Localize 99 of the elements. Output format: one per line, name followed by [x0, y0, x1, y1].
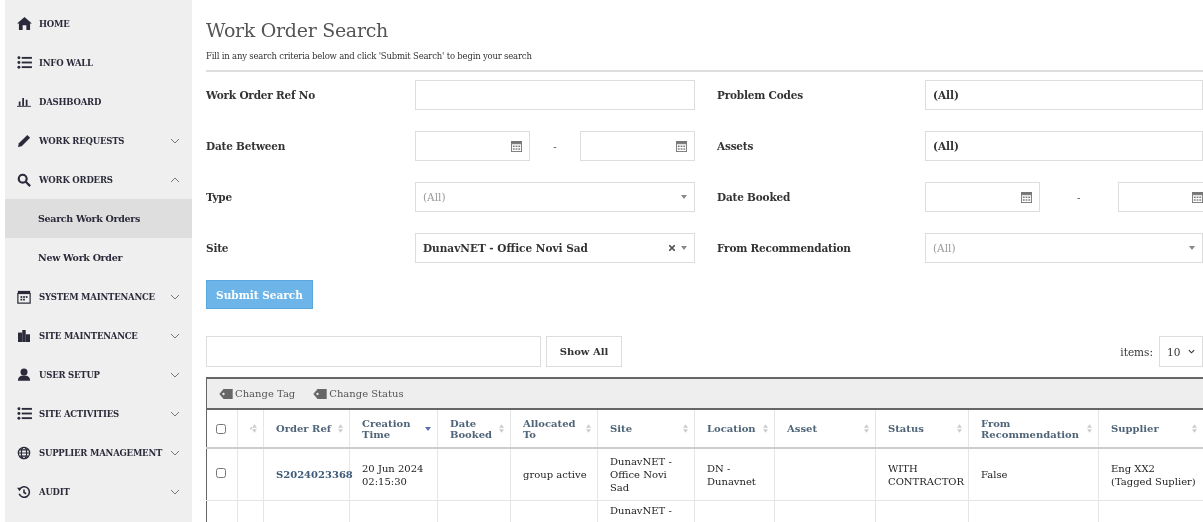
chevron-down-icon[interactable]	[170, 293, 180, 300]
chevron-up-icon[interactable]	[170, 176, 180, 183]
dropdown[interactable]: DunavNET - Office Novi Sad	[415, 233, 695, 263]
nav-item[interactable]: HOME	[5, 4, 192, 43]
sort-icon[interactable]	[1087, 424, 1092, 433]
sort-icon[interactable]	[499, 424, 504, 433]
caret-icon	[1189, 246, 1195, 250]
date-field[interactable]	[580, 131, 695, 161]
field-label: Problem Codes	[717, 89, 803, 101]
sort-icon[interactable]	[586, 424, 591, 433]
column-header[interactable]: Supplier	[1098, 409, 1203, 448]
sort-icon[interactable]	[763, 424, 768, 433]
user-icon	[17, 368, 31, 381]
clear-icon[interactable]	[669, 245, 675, 251]
pencil-icon	[17, 133, 32, 148]
field-label: Work Order Ref No	[206, 89, 316, 101]
list-icon	[17, 56, 32, 69]
calendar-icon	[511, 140, 522, 152]
sort-icon[interactable]	[252, 424, 257, 433]
nav-item[interactable]: SUPPLIER MANAGEMENT	[5, 433, 192, 472]
column-header[interactable]: From Recommendation	[968, 409, 1099, 448]
field-label: Type	[206, 191, 232, 203]
nav-item[interactable]: WORK ORDERS	[5, 160, 192, 199]
sort-icon[interactable]	[957, 424, 962, 433]
bar-chart-icon	[17, 96, 31, 107]
home-icon	[17, 17, 32, 30]
column-header[interactable]: Location	[694, 409, 775, 448]
chevron-down-icon[interactable]	[170, 488, 180, 495]
nav-item[interactable]: INFO WALL	[5, 43, 192, 82]
nav-item[interactable]: SITE ACTIVITIES	[5, 394, 192, 433]
caret-icon	[681, 195, 687, 199]
toolbar-action[interactable]: Change Status	[313, 388, 404, 399]
table-cell: DunavNET - Office Novi Sad	[597, 448, 695, 501]
calendar-icon	[17, 289, 31, 304]
quick-search-field[interactable]	[206, 336, 541, 367]
date-field[interactable]	[925, 182, 1040, 212]
chevron-down-icon[interactable]	[170, 410, 180, 417]
calendar-icon	[1192, 191, 1203, 203]
column-header[interactable]: Site	[597, 409, 695, 448]
table-cell: DN - Dunavnet	[694, 448, 775, 501]
sort-descending-icon[interactable]	[425, 426, 431, 431]
column-header[interactable]: Order Ref	[263, 409, 350, 448]
multiselect-field[interactable]: (All)	[925, 80, 1203, 110]
sort-icon[interactable]	[1192, 424, 1197, 433]
calendar-icon	[676, 140, 687, 152]
tag-icon	[219, 388, 233, 399]
nav-item[interactable]: USER SETUP	[5, 355, 192, 394]
multiselect-field[interactable]: (All)	[925, 131, 1203, 161]
sort-icon[interactable]	[683, 424, 688, 433]
field-label: Site	[206, 242, 229, 254]
field-label: Date Booked	[717, 191, 791, 203]
calendar-icon	[1021, 191, 1032, 203]
table-cell: False	[968, 448, 1099, 501]
chevron-down-icon[interactable]	[170, 137, 180, 144]
chevron-down-icon	[1188, 349, 1196, 354]
nav-item[interactable]: DASHBOARD	[5, 82, 192, 121]
history-icon	[17, 484, 31, 499]
items-label: items:	[1120, 345, 1153, 358]
list-icon	[17, 407, 32, 420]
search-icon	[17, 172, 31, 187]
range-separator: -	[552, 139, 558, 154]
chevron-down-icon[interactable]	[170, 371, 180, 378]
range-separator: -	[1076, 190, 1082, 205]
chevron-down-icon[interactable]	[170, 332, 180, 339]
field-label: From Recommendation	[717, 242, 851, 254]
nav-subitem[interactable]: New Work Order	[5, 238, 192, 277]
nav-item[interactable]: SITE MAINTENANCE	[5, 316, 192, 355]
select-all-checkbox[interactable]	[216, 423, 226, 434]
column-header[interactable]: Status	[875, 409, 969, 448]
column-header[interactable]: Asset	[774, 409, 876, 448]
building-icon	[17, 329, 31, 342]
table-cell: DunavNET -	[597, 500, 695, 522]
column-header[interactable]: Allocated To	[510, 409, 598, 448]
date-field[interactable]	[415, 131, 530, 161]
nav-item[interactable]: WORK REQUESTS	[5, 121, 192, 160]
chevron-down-icon[interactable]	[170, 449, 180, 456]
field-label: Assets	[717, 140, 754, 152]
toolbar-action[interactable]: Change Tag	[219, 388, 296, 399]
nav-item[interactable]: AUDIT	[5, 472, 192, 511]
sort-icon[interactable]	[864, 424, 869, 433]
tag-icon	[313, 388, 328, 399]
caret-icon	[681, 246, 687, 250]
globe-icon	[17, 445, 31, 460]
page-instructions: Fill in any search criteria below and click 'Submit Search' to begin your search	[206, 51, 532, 61]
page-title: Work Order Search	[206, 19, 389, 43]
table-cell: Eng XX2 (Tagged Suplier)	[1098, 448, 1203, 501]
date-field[interactable]	[1117, 182, 1203, 212]
column-header[interactable]: Date Booked	[437, 409, 511, 448]
field-label: Date Between	[206, 140, 286, 152]
text-field[interactable]	[415, 80, 695, 110]
table-cell: group active	[510, 448, 598, 501]
column-header[interactable]: Creation Time	[349, 409, 438, 448]
row-checkbox[interactable]	[216, 468, 226, 478]
nav-subitem[interactable]: Search Work Orders	[5, 199, 192, 238]
sort-icon[interactable]	[338, 424, 343, 433]
nav-item[interactable]: SYSTEM MAINTENANCE	[5, 277, 192, 316]
show-all-button[interactable]: Show All	[546, 336, 622, 367]
items-per-page-dropdown[interactable]: 10	[1159, 336, 1203, 367]
table-cell: WITH CONTRACTOR	[875, 448, 969, 501]
